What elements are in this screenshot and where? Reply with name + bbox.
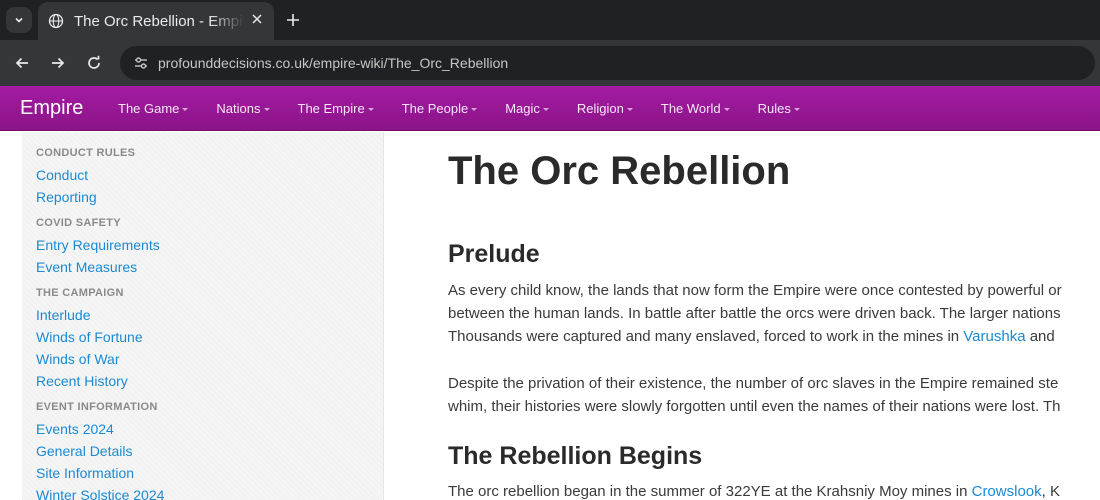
sidebar-link-reporting[interactable]: Reporting — [36, 186, 383, 208]
sidebar-link-winds-of-fortune[interactable]: Winds of Fortune — [36, 326, 383, 348]
link-varushka[interactable]: Varushka — [963, 328, 1025, 345]
forward-button[interactable] — [46, 51, 70, 75]
back-arrow-icon — [15, 57, 28, 69]
paragraph-rebellion-1: The orc rebellion began in the summer of… — [448, 480, 1100, 500]
sidebar-heading: CONDUCT RULES — [36, 147, 136, 159]
reload-button[interactable] — [82, 51, 106, 75]
sidebar-link-entry-requirements[interactable]: Entry Requirements — [36, 234, 383, 256]
sidebar: CONDUCT RULES Conduct Reporting COVID SA… — [22, 132, 384, 500]
menu-item-label: Rules — [757, 101, 791, 116]
menu-item-label: The World — [660, 101, 721, 116]
menu-item-label: The People — [401, 101, 469, 116]
browser-tab-active[interactable]: The Orc Rebellion - Empire Wiki — [38, 2, 274, 40]
browser-tab-bar: The Orc Rebellion - Empire Wiki — [0, 0, 1100, 40]
caret-down-icon — [263, 107, 270, 111]
link-crowslook[interactable]: Crowslook — [972, 483, 1042, 500]
menu-item-label: The Game — [118, 101, 180, 116]
sidebar-link-events-2024[interactable]: Events 2024 — [36, 418, 383, 440]
text-line: As every child know, the lands that now … — [448, 282, 1062, 299]
text-span: The orc rebellion began in the summer of… — [448, 483, 972, 500]
plus-icon — [287, 14, 299, 26]
menu-item-label: Religion — [576, 101, 624, 116]
main-menu: The Game Nations The Empire The People M… — [118, 86, 828, 131]
paragraph-prelude-2: Despite the privation of their existence… — [448, 372, 1100, 418]
globe-icon — [48, 13, 64, 29]
close-icon[interactable] — [248, 12, 266, 30]
menu-item-the-people[interactable]: The People — [402, 101, 478, 116]
tab-search-button[interactable] — [6, 7, 32, 33]
sidebar-link-site-information[interactable]: Site Information — [36, 462, 383, 484]
caret-down-icon — [793, 107, 800, 111]
menu-item-label: Magic — [505, 101, 540, 116]
sidebar-link-event-measures[interactable]: Event Measures — [36, 256, 383, 278]
menu-item-the-world[interactable]: The World — [661, 101, 730, 116]
text-line: Thousands were captured and many enslave… — [448, 325, 1100, 348]
sidebar-link-general-details[interactable]: General Details — [36, 440, 383, 462]
back-button[interactable] — [10, 51, 34, 75]
tune-icon[interactable] — [130, 52, 152, 74]
text-span: , K — [1041, 483, 1060, 500]
caret-down-icon — [626, 107, 633, 111]
browser-toolbar: profounddecisions.co.uk/empire-wiki/The_… — [0, 40, 1100, 86]
caret-down-icon — [182, 107, 189, 111]
text-line: The orc rebellion began in the summer of… — [448, 480, 1100, 500]
caret-down-icon — [471, 107, 478, 111]
caret-down-icon — [723, 107, 730, 111]
url-text[interactable]: profounddecisions.co.uk/empire-wiki/The_… — [158, 55, 508, 71]
site-navbar: Empire The Game Nations The Empire The P… — [0, 86, 1100, 131]
site-brand[interactable]: Empire — [20, 97, 83, 120]
menu-item-the-empire[interactable]: The Empire — [298, 101, 374, 116]
text-line: between the human lands. In battle after… — [448, 305, 1061, 322]
sidebar-link-winds-of-war[interactable]: Winds of War — [36, 348, 383, 370]
text-line: whim, their histories were slowly forgot… — [448, 398, 1061, 415]
sidebar-link-winter-solstice-2024[interactable]: Winter Solstice 2024 — [36, 484, 383, 500]
reload-icon — [88, 55, 100, 69]
text-line: Despite the privation of their existence… — [448, 375, 1059, 392]
chevron-down-icon — [15, 17, 23, 23]
sidebar-section-covid-safety: COVID SAFETY Entry Requirements Event Me… — [36, 216, 383, 278]
sidebar-section-conduct-rules: CONDUCT RULES Conduct Reporting — [36, 146, 383, 208]
sidebar-heading: THE CAMPAIGN — [36, 287, 124, 299]
caret-down-icon — [542, 107, 549, 111]
menu-item-nations[interactable]: Nations — [216, 101, 270, 116]
menu-item-rules[interactable]: Rules — [758, 101, 800, 116]
sidebar-heading: COVID SAFETY — [36, 217, 121, 229]
menu-item-the-game[interactable]: The Game — [118, 101, 189, 116]
tab-title: The Orc Rebellion - Empire Wiki — [74, 12, 244, 30]
menu-item-magic[interactable]: Magic — [505, 101, 549, 116]
menu-item-label: Nations — [216, 101, 261, 116]
address-bar[interactable]: profounddecisions.co.uk/empire-wiki/The_… — [120, 46, 1095, 80]
text-span: and — [1025, 328, 1055, 345]
text-span: Thousands were captured and many enslave… — [448, 328, 964, 345]
menu-item-label: The Empire — [297, 101, 365, 116]
sidebar-section-the-campaign: THE CAMPAIGN Interlude Winds of Fortune … — [36, 286, 383, 392]
sidebar-link-conduct[interactable]: Conduct — [36, 164, 383, 186]
caret-down-icon — [367, 107, 374, 111]
heading-rebellion-begins: The Rebellion Begins — [448, 442, 703, 470]
paragraph-prelude-1: As every child know, the lands that now … — [448, 279, 1100, 348]
page-title: The Orc Rebellion — [448, 149, 791, 193]
sidebar-link-interlude[interactable]: Interlude — [36, 304, 383, 326]
sidebar-link-recent-history[interactable]: Recent History — [36, 370, 383, 392]
forward-arrow-icon — [52, 57, 65, 69]
sidebar-section-event-information: EVENT INFORMATION Events 2024 General De… — [36, 400, 383, 500]
menu-item-religion[interactable]: Religion — [577, 101, 633, 116]
heading-prelude: Prelude — [448, 240, 540, 268]
sidebar-heading: EVENT INFORMATION — [36, 401, 158, 413]
new-tab-button[interactable] — [282, 9, 304, 31]
main-content: The Orc Rebellion Prelude As every child… — [448, 132, 1100, 500]
